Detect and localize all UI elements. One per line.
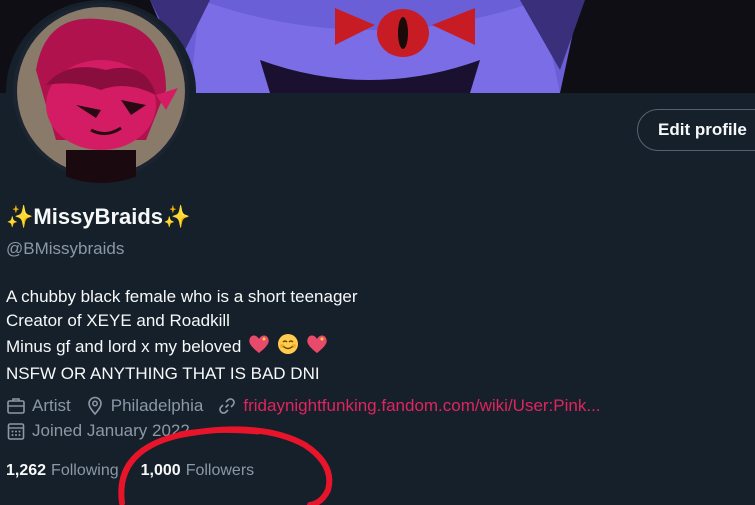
sparkling-heart-icon [248, 334, 270, 361]
followers-label: Followers [185, 462, 255, 479]
avatar[interactable] [6, 0, 196, 183]
joined-date: Joined January 2022 [6, 421, 190, 441]
followers-count: 1,000 [140, 462, 181, 479]
display-name: ✨ MissyBraids ✨ [6, 204, 190, 230]
sparkling-heart-icon [306, 334, 328, 361]
profile-bio: A chubby black female who is a short tee… [6, 285, 358, 386]
bio-line-with-emoji: Minus gf and lord x my beloved [6, 333, 358, 362]
avatar-image [13, 3, 189, 183]
bio-line-text: Minus gf and lord x my beloved [6, 336, 242, 356]
calendar-icon [7, 423, 25, 440]
display-name-text: MissyBraids [33, 204, 164, 229]
profile-website[interactable]: fridaynightfunking.fandom.com/wiki/User:… [217, 396, 601, 416]
profile-handle: @BMissybraids [6, 239, 125, 258]
briefcase-icon [7, 398, 25, 414]
profile-meta: Artist Philadelphia fridaynightfunking.f… [6, 396, 615, 416]
map-pin-icon [87, 396, 102, 416]
sparkles-emoji: ✨ [6, 204, 34, 229]
location-text: Philadelphia [110, 396, 204, 415]
sparkles-emoji: ✨ [163, 204, 191, 229]
bio-line: Creator of XEYE and Roadkill [6, 311, 230, 330]
website-link[interactable]: fridaynightfunking.fandom.com/wiki/User:… [243, 396, 600, 416]
bio-line: A chubby black female who is a short tee… [6, 287, 358, 306]
follow-stats: 1,262 Following 1,000 Followers [6, 462, 276, 480]
smiling-face-icon [277, 333, 299, 362]
following-link[interactable]: 1,262 Following [6, 462, 119, 480]
profile-joined: Joined January 2022 [6, 421, 204, 441]
following-label: Following [51, 462, 119, 479]
link-icon [219, 398, 236, 414]
edit-profile-button[interactable]: Edit profile [637, 109, 755, 151]
joined-text: Joined January 2022 [32, 421, 190, 440]
profile-location: Philadelphia [85, 396, 204, 416]
followers-link[interactable]: 1,000 Followers [141, 462, 255, 480]
profile-category: Artist [6, 396, 71, 416]
category-text: Artist [32, 396, 71, 415]
bio-line: NSFW OR ANYTHING THAT IS BAD DNI [6, 364, 320, 383]
following-count: 1,262 [6, 462, 47, 479]
